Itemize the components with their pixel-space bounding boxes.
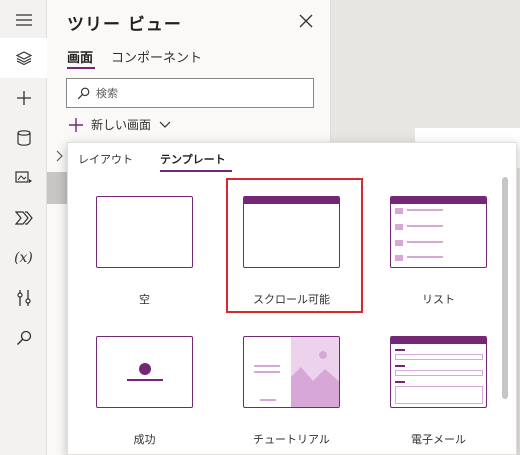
search-input[interactable]: 検索	[66, 78, 314, 108]
template-thumbnail	[243, 336, 340, 408]
template-email[interactable]: 電子メール	[390, 336, 510, 455]
panel-title: ツリー ビュー	[67, 15, 182, 35]
template-label: 電子メール	[411, 433, 466, 446]
template-list[interactable]: リスト	[390, 196, 510, 326]
template-thumbnail	[96, 196, 193, 268]
hamburger-menu-button[interactable]	[0, 0, 47, 40]
template-thumbnail	[390, 196, 487, 268]
advanced-tools-button[interactable]	[0, 278, 47, 318]
close-icon[interactable]	[299, 14, 313, 28]
tab-underline	[160, 170, 232, 172]
power-automate-button[interactable]	[0, 198, 47, 238]
media-icon	[14, 171, 32, 183]
tab-layouts[interactable]: レイアウト	[78, 151, 133, 167]
insert-button[interactable]	[0, 78, 47, 118]
search-icon	[16, 330, 31, 345]
tree-view-button[interactable]	[0, 38, 47, 78]
power-automate-icon	[14, 211, 33, 225]
hamburger-menu-icon	[15, 14, 32, 26]
template-label: リスト	[422, 293, 455, 306]
new-screen-label: 新しい画面	[91, 118, 152, 132]
search-icon	[77, 87, 90, 99]
tab-underline	[67, 67, 95, 69]
tree-row-selected[interactable]	[47, 172, 69, 204]
template-thumbnail	[390, 336, 487, 408]
new-screen-button[interactable]: 新しい画面	[69, 116, 171, 133]
search-placeholder: 検索	[96, 87, 118, 100]
plus-icon	[69, 117, 83, 132]
template-label: 空	[139, 293, 150, 306]
tools-icon	[16, 290, 31, 306]
variables-button[interactable]: (x)	[0, 238, 47, 278]
new-screen-popup: レイアウト テンプレート 空 スクロール可能 リスト 成功 チュートリアル 電子…	[67, 142, 517, 455]
layers-icon	[15, 51, 32, 66]
data-button[interactable]	[0, 118, 47, 158]
left-rail: (x)	[0, 0, 47, 455]
chevron-right-icon[interactable]	[56, 150, 63, 162]
variables-icon: (x)	[14, 250, 33, 266]
template-tutorial[interactable]: チュートリアル	[243, 336, 363, 455]
media-button[interactable]	[0, 158, 47, 198]
tab-screens[interactable]: 画面	[67, 47, 93, 66]
chevron-down-icon	[159, 121, 171, 128]
selection-highlight	[226, 178, 363, 313]
template-thumbnail	[96, 336, 193, 408]
tab-components[interactable]: コンポーネント	[111, 47, 202, 66]
database-icon	[16, 130, 31, 146]
template-label: 成功	[133, 433, 156, 446]
template-success[interactable]: 成功	[96, 336, 216, 455]
search-button[interactable]	[0, 318, 47, 358]
plus-icon	[16, 91, 31, 105]
template-label: チュートリアル	[253, 433, 330, 446]
image-placeholder-icon	[291, 351, 339, 407]
tab-templates[interactable]: テンプレート	[160, 151, 226, 167]
template-blank[interactable]: 空	[96, 196, 216, 326]
check-circle-icon	[139, 363, 151, 375]
